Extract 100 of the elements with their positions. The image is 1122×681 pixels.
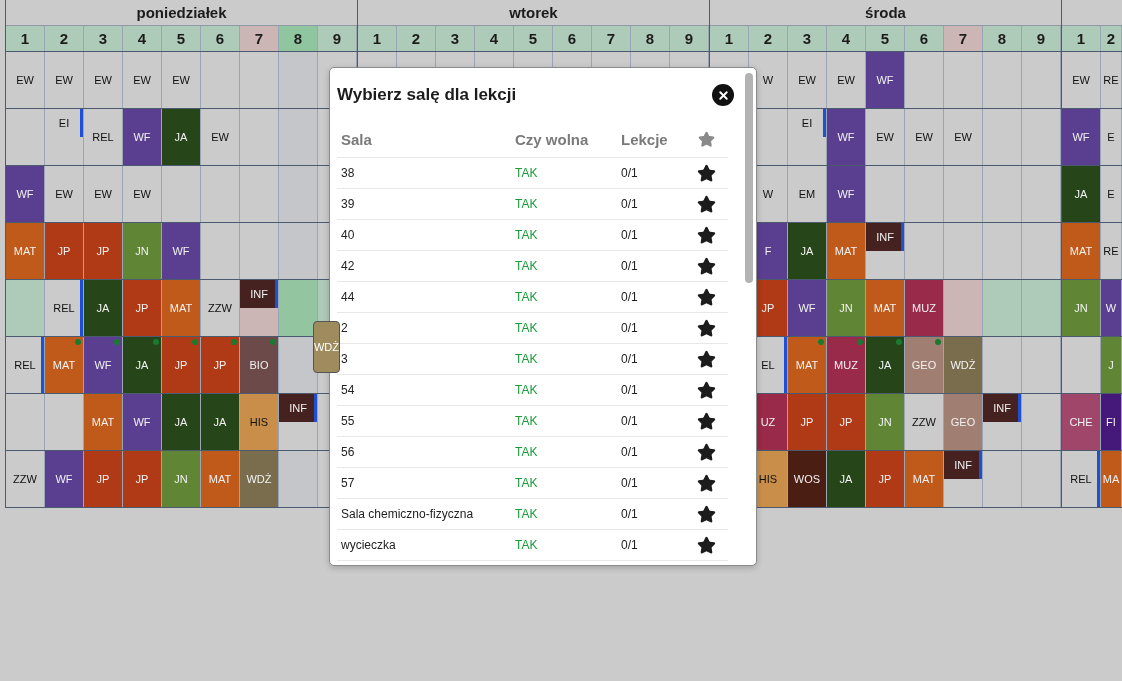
lesson-cell[interactable]: JA (84, 280, 122, 336)
star-icon[interactable] (697, 380, 716, 400)
lesson-cell[interactable]: INF (240, 280, 278, 308)
lesson-cell[interactable]: ZZW (6, 451, 44, 507)
lesson-cell[interactable]: E (1101, 166, 1121, 222)
lesson-cell[interactable]: REL (45, 280, 83, 336)
lesson-cell[interactable]: INF (279, 394, 317, 422)
star-icon[interactable] (697, 473, 716, 493)
lesson-cell[interactable]: JP (84, 223, 122, 279)
close-button[interactable] (712, 84, 734, 106)
lesson-cell[interactable]: MAT (788, 337, 826, 393)
lesson-cell[interactable]: MAT (162, 280, 200, 336)
lesson-cell[interactable]: REL (6, 337, 44, 393)
lesson-cell[interactable]: MAT (84, 394, 122, 450)
lesson-cell[interactable]: JP (123, 451, 161, 507)
lesson-cell[interactable]: JA (1062, 166, 1100, 222)
lesson-cell[interactable]: REL (1062, 451, 1100, 507)
lesson-cell[interactable]: RE (1101, 52, 1121, 108)
lesson-cell[interactable]: WF (827, 109, 865, 165)
lesson-cell[interactable]: EW (905, 109, 943, 165)
lesson-cell[interactable]: E (1101, 109, 1121, 165)
lesson-cell[interactable]: WF (84, 337, 122, 393)
lesson-cell[interactable]: MA (1101, 451, 1121, 507)
lesson-cell[interactable]: WF (827, 166, 865, 222)
lesson-cell[interactable]: WF (162, 223, 200, 279)
lesson-cell[interactable]: MUZ (905, 280, 943, 336)
lesson-cell[interactable]: JP (45, 223, 83, 279)
lesson-cell[interactable]: WF (6, 166, 44, 222)
lesson-cell[interactable]: JP (866, 451, 904, 507)
lesson-cell[interactable]: WF (866, 52, 904, 108)
lesson-cell[interactable]: MUZ (827, 337, 865, 393)
scrollbar-thumb[interactable] (745, 73, 753, 283)
lesson-cell[interactable]: EW (123, 52, 161, 108)
lesson-cell[interactable]: CHE (1062, 394, 1100, 450)
lesson-cell[interactable]: JA (162, 109, 200, 165)
lesson-cell[interactable]: J (1101, 337, 1121, 393)
lesson-cell[interactable]: JA (162, 394, 200, 450)
star-icon[interactable] (697, 504, 716, 524)
lesson-cell[interactable]: MAT (866, 280, 904, 336)
lesson-cell[interactable]: HIS (240, 394, 278, 450)
star-icon[interactable] (697, 535, 716, 555)
lesson-cell[interactable]: JP (827, 394, 865, 450)
lesson-cell[interactable]: EW (827, 52, 865, 108)
lesson-cell[interactable]: JP (788, 394, 826, 450)
lesson-cell[interactable]: EI (788, 109, 826, 137)
lesson-cell[interactable]: W (1101, 280, 1121, 336)
star-icon[interactable] (697, 194, 716, 214)
lesson-cell[interactable]: EW (1062, 52, 1100, 108)
lesson-cell[interactable]: ZZW (905, 394, 943, 450)
lesson-cell[interactable]: WDŻ (944, 337, 982, 393)
lesson-cell[interactable]: EW (6, 52, 44, 108)
lesson-cell[interactable]: EW (84, 52, 122, 108)
lesson-cell[interactable]: JA (788, 223, 826, 279)
lesson-cell[interactable]: JP (162, 337, 200, 393)
lesson-cell[interactable]: MAT (6, 223, 44, 279)
lesson-cell[interactable]: EW (944, 109, 982, 165)
lesson-cell[interactable]: WF (45, 451, 83, 507)
star-icon[interactable] (697, 349, 716, 369)
lesson-cell[interactable]: MAT (905, 451, 943, 507)
lesson-cell[interactable]: EW (788, 52, 826, 108)
lesson-cell[interactable]: EW (866, 109, 904, 165)
lesson-cell[interactable]: ZZW (201, 280, 239, 336)
lesson-cell[interactable]: FI (1101, 394, 1121, 450)
lesson-cell[interactable]: JN (1062, 280, 1100, 336)
lesson-cell[interactable]: WOS (788, 451, 826, 507)
lesson-cell[interactable]: JN (162, 451, 200, 507)
lesson-cell[interactable]: JN (866, 394, 904, 450)
star-icon[interactable] (697, 163, 716, 183)
lesson-cell[interactable]: EW (123, 166, 161, 222)
lesson-cell[interactable]: JA (123, 337, 161, 393)
star-icon[interactable] (697, 287, 716, 307)
lesson-cell[interactable]: INF (983, 394, 1021, 422)
lesson-cell[interactable]: MAT (1062, 223, 1100, 279)
lesson-cell[interactable]: MAT (201, 451, 239, 507)
lesson-cell[interactable]: JN (827, 280, 865, 336)
star-icon[interactable] (697, 442, 716, 462)
lesson-cell[interactable]: EW (45, 52, 83, 108)
star-icon[interactable] (697, 256, 716, 276)
lesson-cell[interactable]: JP (84, 451, 122, 507)
lesson-cell[interactable]: MAT (827, 223, 865, 279)
star-icon[interactable] (697, 318, 716, 338)
lesson-cell[interactable]: EW (45, 166, 83, 222)
lesson-cell[interactable]: MAT (45, 337, 83, 393)
star-icon[interactable] (697, 411, 716, 431)
lesson-cell[interactable]: WF (1062, 109, 1100, 165)
lesson-cell[interactable]: INF (944, 451, 982, 479)
lesson-cell[interactable]: EI (45, 109, 83, 137)
lesson-cell[interactable]: JA (827, 451, 865, 507)
lesson-cell[interactable]: JN (123, 223, 161, 279)
lesson-cell[interactable]: EW (84, 166, 122, 222)
star-icon[interactable] (697, 225, 716, 245)
lesson-cell[interactable]: EW (162, 52, 200, 108)
lesson-cell[interactable]: WDŻ (240, 451, 278, 507)
lesson-cell[interactable]: EL (749, 337, 787, 393)
lesson-cell[interactable]: WF (123, 394, 161, 450)
lesson-cell[interactable]: JP (123, 280, 161, 336)
lesson-cell[interactable]: JP (201, 337, 239, 393)
lesson-cell[interactable]: INF (866, 223, 904, 251)
lesson-cell[interactable]: EW (201, 109, 239, 165)
lesson-cell[interactable]: REL (84, 109, 122, 165)
